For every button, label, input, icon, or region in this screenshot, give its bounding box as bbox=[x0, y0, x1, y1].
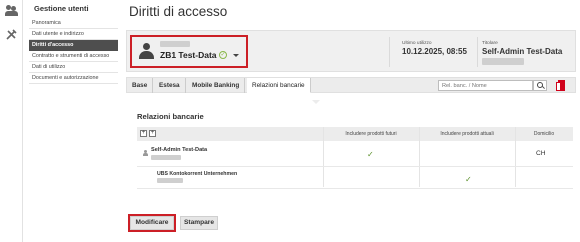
person-icon bbox=[143, 150, 148, 156]
app-icon-rail bbox=[0, 0, 23, 242]
tools-icon[interactable] bbox=[5, 28, 18, 41]
divider bbox=[389, 37, 390, 67]
chevron-down-icon[interactable] bbox=[233, 54, 239, 57]
bank-relations-table: + + Includere prodotti futuri Includere … bbox=[137, 127, 573, 189]
redacted-relation-id bbox=[151, 155, 181, 160]
divider bbox=[477, 37, 478, 67]
sidebar-item-usage-data[interactable]: Dati di utilizzo bbox=[29, 62, 118, 73]
table-row[interactable]: UBS Kontokorrent Unternehmen ✓ bbox=[137, 167, 573, 189]
table-header: + + Includere prodotti futuri Includere … bbox=[137, 127, 573, 141]
users-icon[interactable] bbox=[5, 5, 18, 18]
page-title: Diritti di accesso bbox=[129, 4, 228, 19]
column-header-current: Includere prodotti attuali bbox=[440, 131, 494, 137]
check-icon: ✓ bbox=[367, 150, 374, 159]
owner-block: Titolare Self-Admin Test-Data bbox=[482, 41, 562, 65]
owner-value: Self-Admin Test-Data bbox=[482, 47, 563, 56]
sidebar-item-access-rights[interactable]: Diritti d'accesso bbox=[29, 40, 118, 51]
column-header-future: Includere prodotti futuri bbox=[345, 131, 397, 137]
user-card: ZB1 Test-Data ✓ Ultimo utilizzo 10.12.20… bbox=[126, 30, 576, 72]
edit-button[interactable]: Modificare bbox=[130, 216, 174, 230]
pdf-icon[interactable] bbox=[555, 79, 568, 92]
person-icon bbox=[139, 43, 154, 60]
search-input[interactable] bbox=[438, 80, 533, 91]
relation-name: UBS Kontokorrent Unternehmen bbox=[157, 171, 238, 177]
tab-base[interactable]: Base bbox=[127, 78, 154, 93]
column-header-domicile: Domicilio bbox=[533, 131, 555, 137]
print-button[interactable]: Stampare bbox=[180, 216, 218, 230]
table-row[interactable]: Self-Admin Test-Data ✓ CH bbox=[137, 141, 573, 167]
collapse-all-icon[interactable]: + bbox=[149, 130, 156, 137]
tab-bank-relations[interactable]: Relazioni bancarie bbox=[247, 78, 311, 93]
section-title: Relazioni bancarie bbox=[137, 112, 204, 121]
domicile-value: CH bbox=[536, 150, 546, 157]
verified-icon: ✓ bbox=[219, 51, 227, 59]
tab-bar: Base Estesa Mobile Banking Relazioni ban… bbox=[126, 77, 576, 93]
relation-name: Self-Admin Test-Data bbox=[151, 147, 208, 153]
sidebar-item-overview[interactable]: Panoramica bbox=[29, 18, 118, 29]
sidebar-nav: Panoramica Dati utente e indirizzo Dirit… bbox=[29, 18, 118, 84]
redacted-user-id bbox=[160, 41, 190, 47]
tab-pointer bbox=[312, 100, 320, 104]
expand-all-icon[interactable]: + bbox=[140, 130, 147, 137]
tab-mobile-banking[interactable]: Mobile Banking bbox=[187, 78, 246, 93]
sidebar-item-documents[interactable]: Documenti e autorizzazione bbox=[29, 73, 118, 84]
search-button[interactable] bbox=[533, 80, 547, 91]
expand-collapse-controls: + + bbox=[140, 130, 158, 138]
redacted-owner-id bbox=[482, 58, 524, 65]
redacted-relation-id bbox=[157, 178, 183, 183]
last-use-block: Ultimo utilizzo 10.12.2025, 08:55 bbox=[402, 41, 467, 56]
user-name: ZB1 Test-Data bbox=[160, 50, 217, 60]
tab-extended[interactable]: Estesa bbox=[154, 78, 186, 93]
check-icon: ✓ bbox=[465, 175, 472, 184]
last-use-value: 10.12.2025, 08:55 bbox=[402, 47, 467, 56]
sidebar-title: Gestione utenti bbox=[34, 4, 89, 13]
user-selector[interactable]: ZB1 Test-Data ✓ bbox=[130, 35, 248, 68]
sidebar-item-user-data[interactable]: Dati utente e indirizzo bbox=[29, 29, 118, 40]
sidebar-item-contract[interactable]: Contratto e strumenti di accesso bbox=[29, 51, 118, 62]
